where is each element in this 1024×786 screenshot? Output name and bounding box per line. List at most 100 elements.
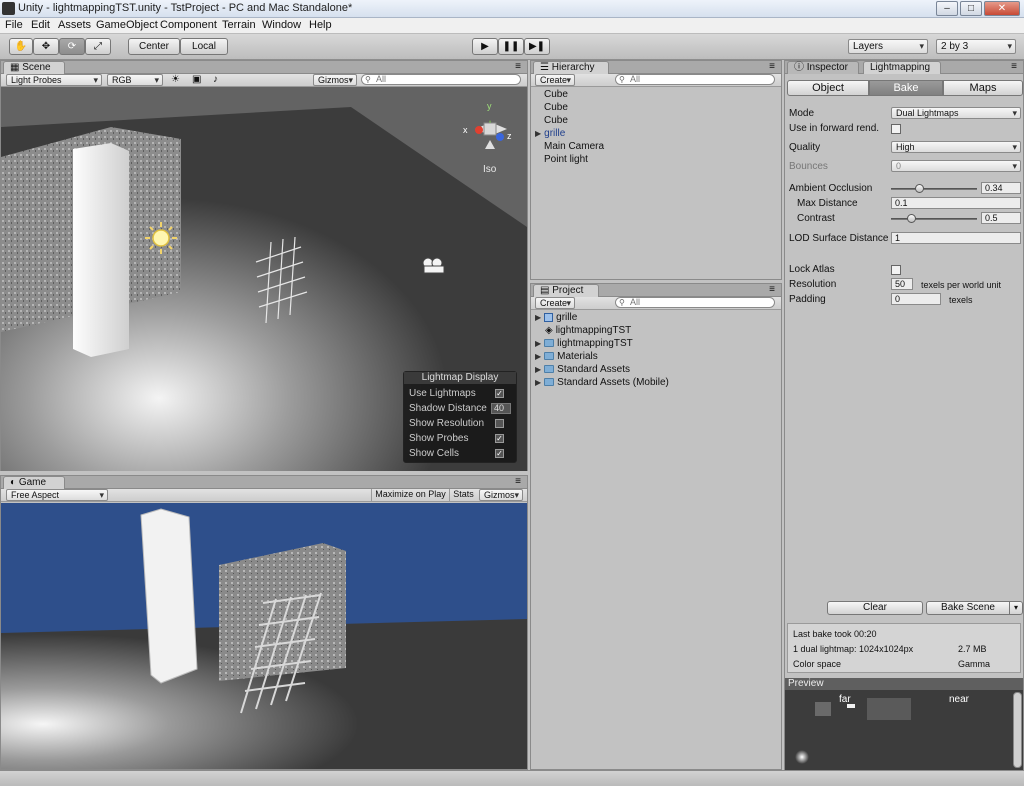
padding-field[interactable]: 0 xyxy=(891,293,941,305)
clear-button[interactable]: Clear xyxy=(827,601,923,615)
bake-scene-button[interactable]: Bake Scene xyxy=(926,601,1010,615)
stats-toggle[interactable]: Stats xyxy=(449,489,477,501)
tab-hierarchy[interactable]: ☰ Hierarchy xyxy=(533,61,609,74)
list-item[interactable]: ▶ Standard Assets (Mobile) xyxy=(535,377,669,388)
pivot-center-button[interactable]: Center xyxy=(128,38,180,55)
menu-window[interactable]: Window xyxy=(262,19,301,31)
list-item[interactable]: ◈ lightmappingTST xyxy=(545,325,631,336)
hierarchy-create-dropdown[interactable]: Create xyxy=(535,74,575,86)
project-create-dropdown[interactable]: Create xyxy=(535,297,575,309)
maximize-button[interactable]: □ xyxy=(960,1,982,16)
ambient-occlusion-field[interactable]: 0.34 xyxy=(981,182,1021,194)
game-gizmos-dropdown[interactable]: Gizmos xyxy=(479,489,523,501)
list-item[interactable]: Cube xyxy=(544,89,568,100)
show-probes-checkbox[interactable]: ✓ xyxy=(495,434,504,443)
menu-file[interactable]: File xyxy=(5,19,23,31)
scale-tool-button[interactable]: ⤢ xyxy=(85,38,111,55)
expand-arrow-icon[interactable]: ▶ xyxy=(535,378,541,387)
lighting-toggle-icon[interactable]: ☀ xyxy=(171,74,180,85)
aspect-dropdown[interactable]: Free Aspect xyxy=(6,489,108,501)
expand-arrow-icon[interactable]: ▶ xyxy=(535,365,541,374)
lightmap-preview[interactable]: far near xyxy=(785,690,1023,770)
shadow-distance-field[interactable]: 40 xyxy=(491,403,511,414)
view-projection-label[interactable]: Iso xyxy=(483,164,497,175)
show-resolution-checkbox[interactable] xyxy=(495,419,504,428)
panel-menu-icon[interactable]: ≡ xyxy=(515,476,521,487)
lock-atlas-checkbox[interactable] xyxy=(891,265,901,275)
list-item[interactable]: ▶ grille xyxy=(535,312,577,323)
contrast-slider[interactable] xyxy=(891,218,977,220)
mode-dropdown[interactable]: Dual Lightmaps xyxy=(891,107,1021,119)
pause-icon: ❚❚ xyxy=(502,41,520,52)
resolution-field[interactable]: 50 xyxy=(891,278,913,290)
preview-header[interactable]: Preview xyxy=(785,678,1023,690)
step-button[interactable]: ▶❚ xyxy=(524,38,550,55)
menu-help[interactable]: Help xyxy=(309,19,332,31)
camera-icon[interactable] xyxy=(422,257,445,274)
use-lightmaps-checkbox[interactable]: ✓ xyxy=(495,389,504,398)
bake-options-dropdown[interactable]: ▾ xyxy=(1009,601,1023,615)
list-item[interactable]: ▶ grille xyxy=(535,128,565,139)
hierarchy-search-input[interactable]: ⚲ All xyxy=(615,74,775,85)
menu-gameobject[interactable]: GameObject xyxy=(96,19,158,31)
game-viewport[interactable] xyxy=(1,503,527,769)
audio-toggle-icon[interactable]: ♪ xyxy=(213,74,218,85)
menu-edit[interactable]: Edit xyxy=(31,19,50,31)
list-item[interactable]: ▶ Materials xyxy=(535,351,598,362)
lod-surface-distance-field[interactable]: 1 xyxy=(891,232,1021,244)
move-tool-button[interactable]: ✥ xyxy=(33,38,59,55)
list-item[interactable]: Cube xyxy=(544,102,568,113)
expand-arrow-icon[interactable]: ▶ xyxy=(535,352,541,361)
tab-project[interactable]: ▤ Project xyxy=(533,284,599,297)
pivot-local-button[interactable]: Local xyxy=(180,38,228,55)
menu-terrain[interactable]: Terrain xyxy=(222,19,256,31)
menu-assets[interactable]: Assets xyxy=(58,19,91,31)
preview-scrollbar[interactable] xyxy=(1013,692,1022,768)
list-item[interactable]: ▶ lightmappingTST xyxy=(535,338,633,349)
ambient-occlusion-slider-handle[interactable] xyxy=(915,184,924,193)
list-item[interactable]: Point light xyxy=(544,154,588,165)
forward-rendering-checkbox[interactable] xyxy=(891,124,901,134)
panel-menu-icon[interactable]: ≡ xyxy=(515,61,521,72)
project-search-input[interactable]: ⚲ All xyxy=(615,297,775,308)
menu-component[interactable]: Component xyxy=(160,19,217,31)
tab-scene[interactable]: ▦ Scene xyxy=(3,61,65,74)
tab-game[interactable]: ◐ Game xyxy=(3,476,65,489)
contrast-slider-handle[interactable] xyxy=(907,214,916,223)
panel-menu-icon[interactable]: ≡ xyxy=(1011,61,1017,72)
ambient-occlusion-slider[interactable] xyxy=(891,188,977,190)
hand-tool-button[interactable]: ✋ xyxy=(9,38,33,55)
layers-dropdown[interactable]: Layers xyxy=(848,39,928,54)
show-cells-checkbox[interactable]: ✓ xyxy=(495,449,504,458)
list-item[interactable]: Cube xyxy=(544,115,568,126)
render-mode-dropdown[interactable]: Light Probes xyxy=(6,74,102,86)
scene-search-input[interactable]: ⚲ All xyxy=(361,74,521,85)
scene-gizmos-dropdown[interactable]: Gizmos xyxy=(313,74,357,86)
panel-menu-icon[interactable]: ≡ xyxy=(769,61,775,72)
scene-controlbar: Light Probes RGB ☀ ▣ ♪ Gizmos ⚲All xyxy=(1,74,527,87)
max-distance-field[interactable]: 0.1 xyxy=(891,197,1021,209)
mode-bake-button[interactable]: Bake xyxy=(869,80,943,96)
quality-dropdown[interactable]: High xyxy=(891,141,1021,153)
expand-arrow-icon[interactable]: ▶ xyxy=(535,313,541,322)
expand-arrow-icon[interactable]: ▶ xyxy=(535,129,541,138)
panel-menu-icon[interactable]: ≡ xyxy=(769,284,775,295)
layout-dropdown[interactable]: 2 by 3 xyxy=(936,39,1016,54)
color-mode-dropdown[interactable]: RGB xyxy=(107,74,163,86)
mode-object-button[interactable]: Object xyxy=(787,80,869,96)
list-item[interactable]: Main Camera xyxy=(544,141,604,152)
rotate-tool-button[interactable]: ⟳ xyxy=(59,38,85,55)
minimize-button[interactable]: – xyxy=(936,1,958,16)
maximize-on-play-toggle[interactable]: Maximize on Play xyxy=(371,489,449,501)
tab-lightmapping[interactable]: Lightmapping xyxy=(863,61,941,74)
tab-inspector[interactable]: ⓘ Inspector xyxy=(787,61,859,74)
expand-arrow-icon[interactable]: ▶ xyxy=(535,339,541,348)
status-bar xyxy=(0,770,1024,786)
list-item[interactable]: ▶ Standard Assets xyxy=(535,364,630,375)
image-toggle-icon[interactable]: ▣ xyxy=(192,74,201,85)
contrast-field[interactable]: 0.5 xyxy=(981,212,1021,224)
close-button[interactable]: ✕ xyxy=(984,1,1020,16)
mode-maps-button[interactable]: Maps xyxy=(943,80,1023,96)
pause-button[interactable]: ❚❚ xyxy=(498,38,524,55)
play-button[interactable]: ▶ xyxy=(472,38,498,55)
